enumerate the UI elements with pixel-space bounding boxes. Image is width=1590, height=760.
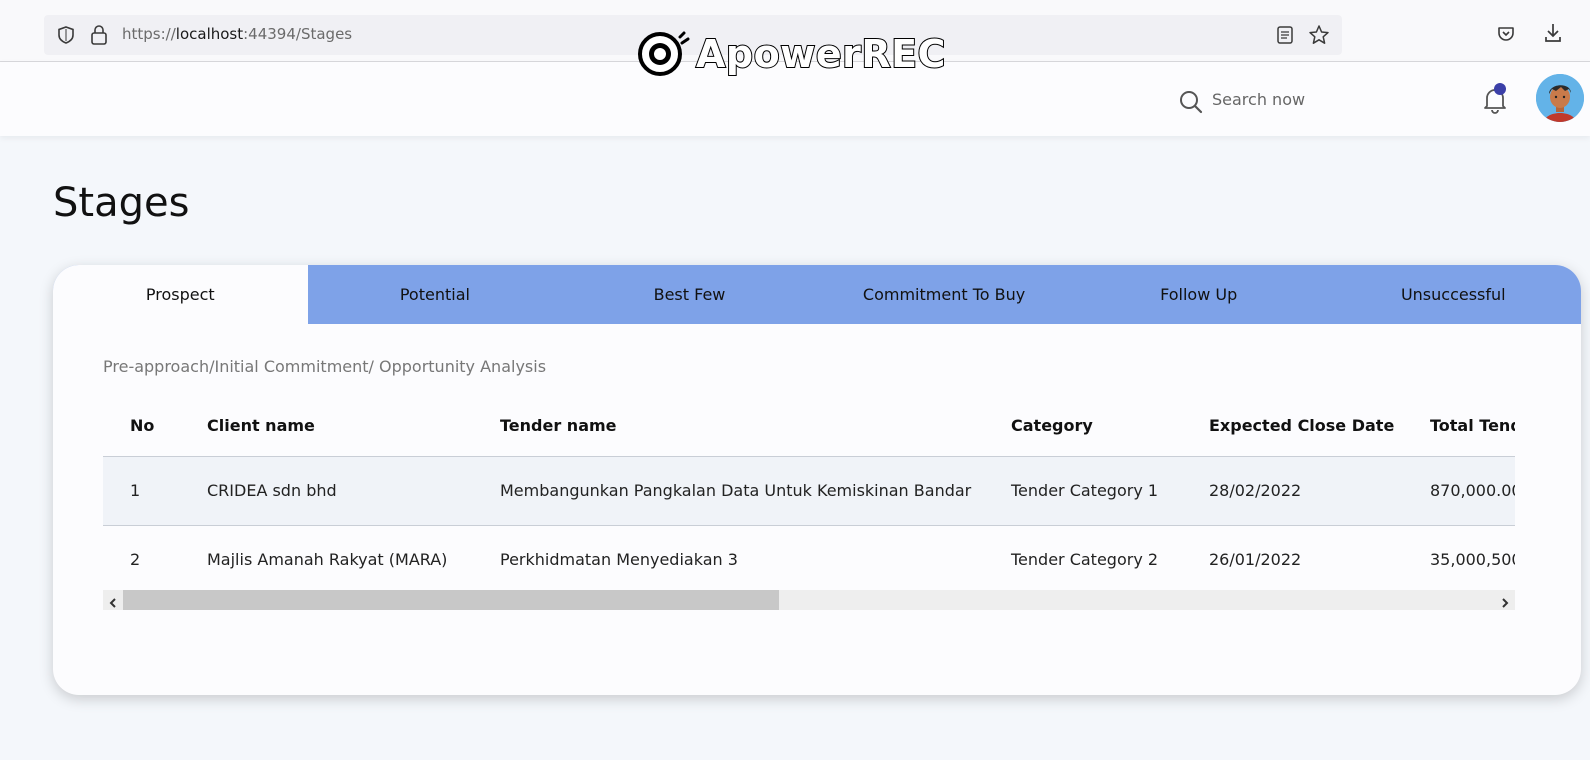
page-title: Stages [53,180,190,226]
cell-client-name: CRIDEA sdn bhd [207,456,500,526]
scrollbar-thumb[interactable] [123,590,779,610]
url-text[interactable]: https://localhost:44394/Stages [122,25,352,43]
stage-description: Pre-approach/Initial Commitment/ Opportu… [103,357,547,376]
cell-category: Tender Category 1 [1011,456,1209,526]
column-header-client-name[interactable]: Client name [207,395,500,457]
url-path: :44394/Stages [243,25,353,43]
pocket-icon[interactable] [1496,24,1516,48]
scroll-left-arrow-icon[interactable] [107,594,119,613]
tab-commitment-to-buy[interactable]: Commitment To Buy [817,265,1072,324]
cell-no: 1 [103,456,207,526]
tab-best-few[interactable]: Best Few [562,265,817,324]
avatar[interactable] [1536,74,1584,122]
table-header-row: No Client name Tender name Category Expe… [103,395,1515,457]
stages-card: Prospect Potential Best Few Commitment T… [53,265,1581,695]
cell-tender-name: Membangunkan Pangkalan Data Untuk Kemisk… [500,456,1011,526]
tab-follow-up[interactable]: Follow Up [1071,265,1326,324]
shield-icon[interactable] [56,25,76,49]
watermark-text: ApowerREC [695,31,946,77]
lock-icon[interactable] [90,24,108,50]
column-header-category[interactable]: Category [1011,395,1209,457]
cell-expected-close-date: 28/02/2022 [1209,456,1430,526]
table-row[interactable]: 2 Majlis Amanah Rakyat (MARA) Perkhidmat… [103,525,1515,594]
horizontal-scrollbar[interactable] [103,590,1515,610]
tenders-table-container[interactable]: No Client name Tender name Category Expe… [103,395,1515,615]
cell-total-tender: 870,000.00 [1430,456,1515,526]
cell-category: Tender Category 2 [1011,550,1159,570]
url-prefix: https:// [122,25,176,43]
cell-client-name: Majlis Amanah Rakyat (MARA) [207,550,448,570]
search-icon[interactable] [1178,89,1204,119]
cell-tender-name: Perkhidmatan Menyediakan 3 [500,550,738,570]
bookmark-star-icon[interactable] [1308,24,1330,50]
watermark-logo-icon [638,31,690,76]
column-header-tender-name[interactable]: Tender name [500,395,1011,457]
scroll-right-arrow-icon[interactable] [1499,594,1511,613]
tenders-table: No Client name Tender name Category Expe… [103,395,1515,594]
tab-prospect[interactable]: Prospect [53,265,308,324]
reader-view-icon[interactable] [1276,25,1294,49]
column-header-total-tender[interactable]: Total Tender [1430,395,1515,457]
tab-unsuccessful[interactable]: Unsuccessful [1326,265,1581,324]
cell-expected-close-date: 26/01/2022 [1209,550,1302,570]
tab-potential[interactable]: Potential [308,265,563,324]
notification-badge [1494,83,1506,95]
cell-no: 2 [130,550,141,570]
table-row[interactable]: 1 CRIDEA sdn bhd Membangunkan Pangkalan … [103,456,1515,526]
download-icon[interactable] [1543,22,1563,48]
recorder-watermark: ApowerREC [636,26,946,82]
search-input[interactable] [1212,84,1432,114]
column-header-expected-close-date[interactable]: Expected Close Date [1209,395,1430,457]
url-host: localhost [175,25,244,43]
column-header-no[interactable]: No [103,395,207,457]
stage-tabs: Prospect Potential Best Few Commitment T… [53,265,1581,324]
cell-total-tender: 35,000,500 [1430,550,1515,570]
